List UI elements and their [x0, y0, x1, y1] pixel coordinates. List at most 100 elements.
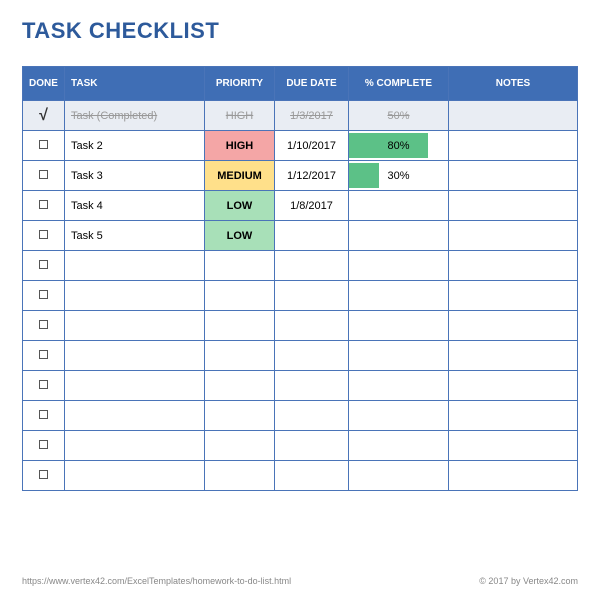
complete-label: 30% [349, 163, 448, 189]
notes-cell[interactable] [449, 371, 578, 401]
priority-cell[interactable] [205, 311, 275, 341]
task-cell[interactable] [65, 401, 205, 431]
checkbox-icon[interactable] [39, 290, 48, 299]
due-cell[interactable]: 1/3/2017 [275, 101, 349, 131]
complete-cell[interactable]: 30% [349, 161, 449, 191]
notes-cell[interactable] [449, 161, 578, 191]
priority-cell[interactable]: MEDIUM [205, 161, 275, 191]
checkbox-icon[interactable] [39, 170, 48, 179]
complete-cell[interactable] [349, 371, 449, 401]
due-cell[interactable] [275, 251, 349, 281]
complete-cell[interactable] [349, 221, 449, 251]
task-cell[interactable]: Task 3 [65, 161, 205, 191]
done-cell[interactable] [23, 341, 65, 371]
task-cell[interactable] [65, 251, 205, 281]
notes-cell[interactable] [449, 281, 578, 311]
due-cell[interactable] [275, 341, 349, 371]
table-row [23, 251, 578, 281]
checkbox-icon[interactable] [39, 140, 48, 149]
checkbox-icon[interactable] [39, 470, 48, 479]
complete-cell[interactable] [349, 251, 449, 281]
col-priority: PRIORITY [205, 67, 275, 101]
due-cell[interactable] [275, 221, 349, 251]
table-row [23, 431, 578, 461]
task-cell[interactable] [65, 281, 205, 311]
notes-cell[interactable] [449, 461, 578, 491]
due-cell[interactable]: 1/10/2017 [275, 131, 349, 161]
priority-cell[interactable] [205, 371, 275, 401]
task-cell[interactable]: Task (Completed) [65, 101, 205, 131]
task-cell[interactable] [65, 461, 205, 491]
notes-cell[interactable] [449, 221, 578, 251]
complete-cell[interactable] [349, 461, 449, 491]
priority-cell[interactable] [205, 251, 275, 281]
done-cell[interactable] [23, 161, 65, 191]
priority-cell[interactable] [205, 341, 275, 371]
checkbox-icon[interactable] [39, 200, 48, 209]
due-cell[interactable] [275, 401, 349, 431]
notes-cell[interactable] [449, 131, 578, 161]
task-cell[interactable] [65, 311, 205, 341]
priority-cell[interactable]: LOW [205, 221, 275, 251]
notes-cell[interactable] [449, 101, 578, 131]
notes-cell[interactable] [449, 191, 578, 221]
notes-cell[interactable] [449, 401, 578, 431]
done-cell[interactable] [23, 371, 65, 401]
due-cell[interactable] [275, 371, 349, 401]
done-cell[interactable] [23, 431, 65, 461]
due-cell[interactable]: 1/8/2017 [275, 191, 349, 221]
priority-label: LOW [227, 230, 253, 242]
notes-cell[interactable] [449, 311, 578, 341]
done-cell[interactable] [23, 461, 65, 491]
done-cell[interactable] [23, 311, 65, 341]
checkbox-icon[interactable] [39, 380, 48, 389]
task-label: Task 4 [71, 200, 103, 212]
done-cell[interactable] [23, 131, 65, 161]
done-cell[interactable] [23, 401, 65, 431]
complete-cell[interactable]: 80% [349, 131, 449, 161]
notes-cell[interactable] [449, 341, 578, 371]
priority-cell[interactable] [205, 431, 275, 461]
task-cell[interactable] [65, 371, 205, 401]
checkbox-icon[interactable] [39, 230, 48, 239]
task-cell[interactable] [65, 431, 205, 461]
task-label: Task (Completed) [71, 110, 157, 122]
complete-cell[interactable] [349, 311, 449, 341]
notes-cell[interactable] [449, 431, 578, 461]
task-cell[interactable]: Task 2 [65, 131, 205, 161]
complete-cell[interactable] [349, 431, 449, 461]
due-cell[interactable] [275, 461, 349, 491]
due-cell[interactable] [275, 431, 349, 461]
checkbox-icon[interactable] [39, 320, 48, 329]
notes-cell[interactable] [449, 251, 578, 281]
done-cell[interactable] [23, 221, 65, 251]
priority-cell[interactable] [205, 281, 275, 311]
done-cell[interactable] [23, 251, 65, 281]
due-label: 1/8/2017 [290, 200, 333, 212]
done-cell[interactable]: √ [23, 101, 65, 131]
task-cell[interactable] [65, 341, 205, 371]
due-cell[interactable] [275, 311, 349, 341]
complete-cell[interactable]: 50% [349, 101, 449, 131]
priority-cell[interactable]: HIGH [205, 101, 275, 131]
task-cell[interactable]: Task 5 [65, 221, 205, 251]
due-cell[interactable]: 1/12/2017 [275, 161, 349, 191]
priority-cell[interactable] [205, 401, 275, 431]
col-done: DONE [23, 67, 65, 101]
done-cell[interactable] [23, 191, 65, 221]
priority-cell[interactable] [205, 461, 275, 491]
complete-cell[interactable] [349, 341, 449, 371]
complete-cell[interactable] [349, 401, 449, 431]
priority-cell[interactable]: HIGH [205, 131, 275, 161]
done-cell[interactable] [23, 281, 65, 311]
complete-cell[interactable] [349, 191, 449, 221]
checkbox-icon[interactable] [39, 260, 48, 269]
complete-cell[interactable] [349, 281, 449, 311]
footer-copyright: © 2017 by Vertex42.com [479, 576, 578, 586]
priority-cell[interactable]: LOW [205, 191, 275, 221]
task-cell[interactable]: Task 4 [65, 191, 205, 221]
checkbox-icon[interactable] [39, 440, 48, 449]
checkbox-icon[interactable] [39, 410, 48, 419]
due-cell[interactable] [275, 281, 349, 311]
checkbox-icon[interactable] [39, 350, 48, 359]
